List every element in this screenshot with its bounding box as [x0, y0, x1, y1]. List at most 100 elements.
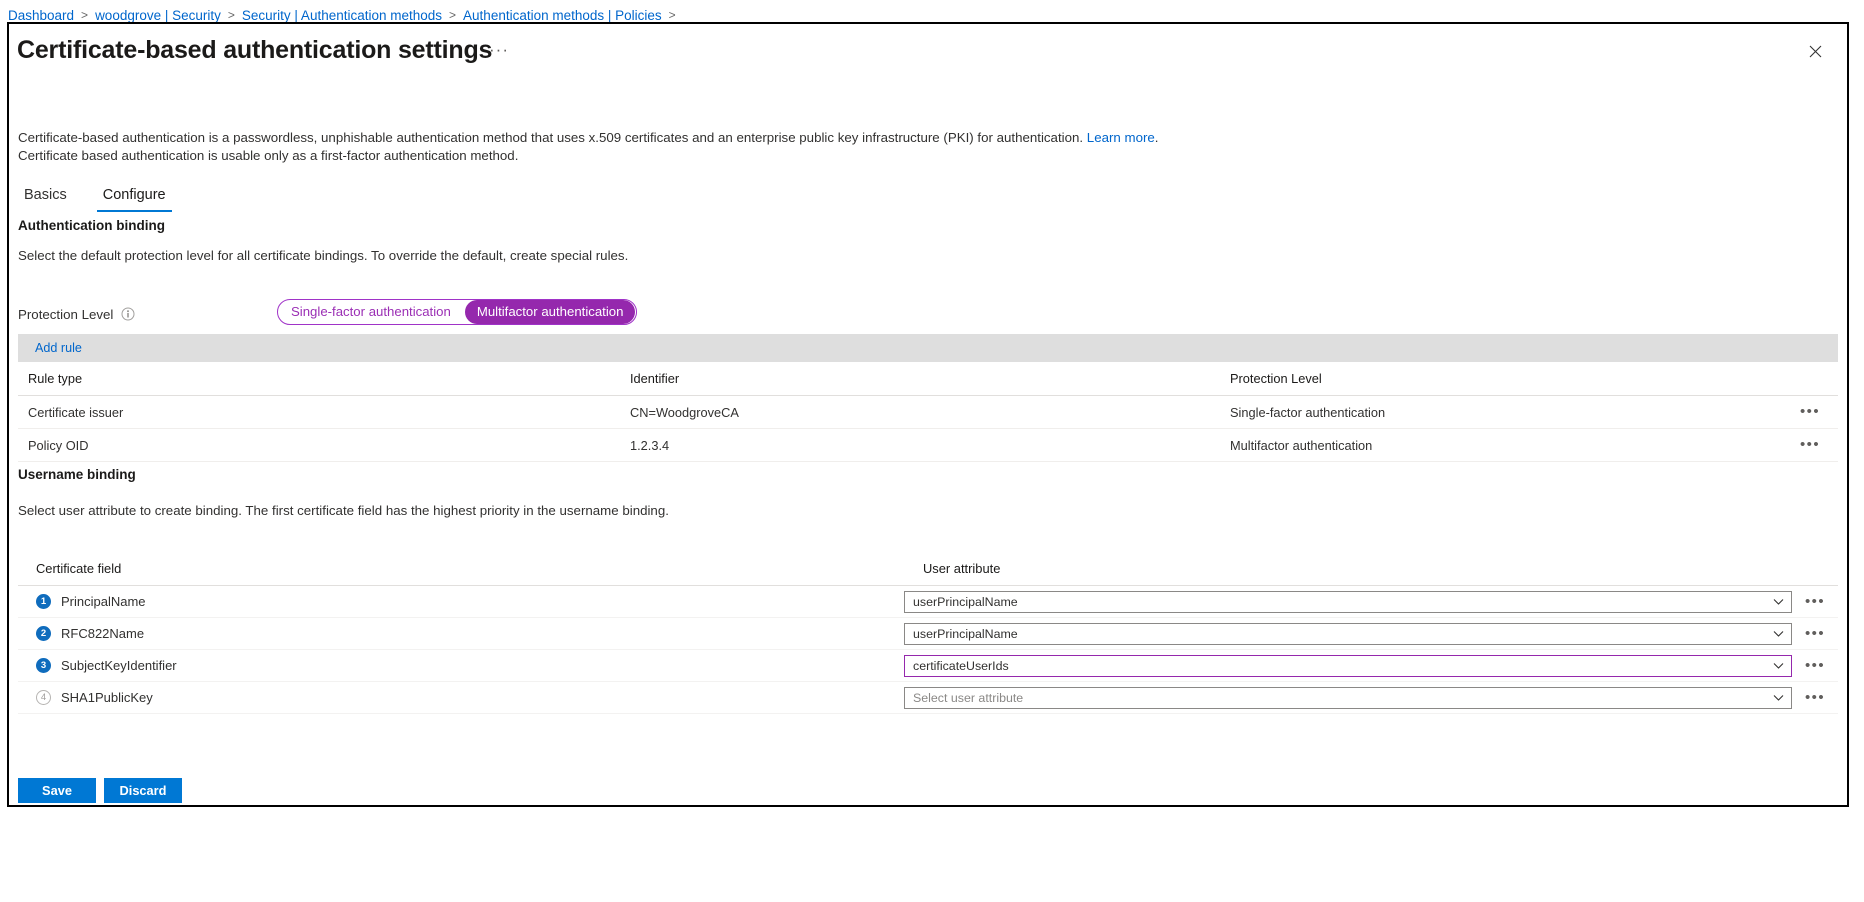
list-item: 4 SHA1PublicKey Select user attribute ••…: [18, 682, 1838, 714]
breadcrumb-item-dashboard[interactable]: Dashboard: [8, 8, 74, 23]
username-binding-subtext: Select user attribute to create binding.…: [18, 503, 669, 518]
list-item: 1 PrincipalName userPrincipalName •••: [18, 586, 1838, 618]
rules-table: Rule type Identifier Protection Level Ce…: [18, 362, 1838, 462]
row-more-menu-button[interactable]: •••: [1782, 403, 1838, 420]
ellipsis-icon: •••: [1805, 688, 1825, 706]
certificate-field-label: PrincipalName: [61, 594, 146, 609]
username-binding-table: Certificate field User attribute 1 Princ…: [18, 552, 1838, 714]
user-attribute-cell: userPrincipalName •••: [904, 622, 1838, 645]
user-attribute-cell: Select user attribute •••: [904, 686, 1838, 709]
user-attribute-cell: userPrincipalName •••: [904, 590, 1838, 613]
discard-button[interactable]: Discard: [104, 778, 182, 803]
breadcrumb-separator: >: [227, 8, 235, 22]
blade-description: Certificate-based authentication is a pa…: [18, 129, 1159, 165]
certificate-field-cell: 3 SubjectKeyIdentifier: [18, 658, 904, 673]
chevron-down-icon: [1773, 598, 1784, 606]
user-attribute-dropdown[interactable]: Select user attribute: [904, 686, 1792, 709]
tab-list: Basics Configure: [18, 187, 196, 212]
info-icon[interactable]: [121, 307, 135, 321]
order-badge: 1: [36, 594, 51, 609]
certificate-field-cell: 4 SHA1PublicKey: [18, 690, 904, 705]
ellipsis-icon: •••: [1800, 436, 1820, 453]
column-header-certificate-field: Certificate field: [36, 561, 122, 576]
table-row[interactable]: Policy OID 1.2.3.4 Multifactor authentic…: [18, 429, 1838, 462]
description-line-1: Certificate-based authentication is a pa…: [18, 129, 1159, 147]
order-badge: 3: [36, 658, 51, 673]
rules-toolbar: Add rule: [18, 334, 1838, 362]
list-item: 2 RFC822Name userPrincipalName •••: [18, 618, 1838, 650]
ellipsis-icon: •••: [1800, 403, 1820, 420]
breadcrumb-separator: >: [449, 8, 457, 22]
certificate-field-label: SubjectKeyIdentifier: [61, 658, 177, 673]
dropdown-value: certificateUserIds: [913, 658, 1009, 673]
row-more-menu-button[interactable]: •••: [1782, 436, 1838, 453]
authentication-binding-heading: Authentication binding: [18, 218, 165, 233]
row-more-menu-button[interactable]: •••: [1792, 656, 1838, 674]
blade-container: Certificate-based authentication setting…: [7, 22, 1849, 807]
row-more-menu-button[interactable]: •••: [1792, 688, 1838, 706]
order-badge: 2: [36, 626, 51, 641]
certificate-field-label: SHA1PublicKey: [61, 690, 153, 705]
row-more-menu-button[interactable]: •••: [1792, 592, 1838, 610]
description-text-1-end: .: [1154, 130, 1159, 145]
protection-level-toggle-group: Single-factor authentication Multifactor…: [277, 299, 638, 325]
protection-level-option-single-factor[interactable]: Single-factor authentication: [279, 300, 463, 324]
close-icon: [1809, 45, 1821, 57]
column-header-user-attribute: User attribute: [923, 561, 1001, 576]
ellipsis-icon: •••: [1805, 656, 1825, 674]
page-title: Certificate-based authentication setting…: [17, 36, 493, 64]
chevron-down-icon: [1773, 662, 1784, 670]
header-more-menu-button[interactable]: ···: [489, 41, 509, 58]
ellipsis-icon: •••: [1805, 624, 1825, 642]
protection-level-label: Protection Level: [18, 306, 114, 322]
tab-configure[interactable]: Configure: [96, 187, 172, 212]
cell-rule-type: Policy OID: [28, 437, 89, 453]
breadcrumb-item-security-authentication-methods[interactable]: Security | Authentication methods: [242, 8, 442, 23]
add-rule-button[interactable]: Add rule: [35, 341, 82, 355]
breadcrumb-item-woodgrove-security[interactable]: woodgrove | Security: [95, 8, 221, 23]
chevron-down-icon: [1773, 630, 1784, 638]
breadcrumb-separator: >: [81, 8, 89, 22]
breadcrumb-separator: >: [668, 8, 676, 22]
ellipsis-icon: •••: [1805, 592, 1825, 610]
rules-table-header: Rule type Identifier Protection Level: [18, 362, 1838, 396]
dropdown-value: userPrincipalName: [913, 626, 1018, 641]
cell-protection-level: Single-factor authentication: [1230, 404, 1386, 420]
protection-level-row: Protection Level: [18, 302, 135, 326]
cell-identifier: 1.2.3.4: [630, 437, 670, 453]
learn-more-link[interactable]: Learn more: [1087, 130, 1155, 145]
cell-protection-level: Multifactor authentication: [1230, 437, 1373, 453]
cell-identifier: CN=WoodgroveCA: [630, 404, 739, 420]
user-attribute-dropdown[interactable]: userPrincipalName: [904, 590, 1792, 613]
certificate-field-cell: 2 RFC822Name: [18, 626, 904, 641]
user-attribute-dropdown[interactable]: userPrincipalName: [904, 622, 1792, 645]
description-text-1: Certificate-based authentication is a pa…: [18, 130, 1087, 145]
protection-level-option-multifactor[interactable]: Multifactor authentication: [464, 300, 636, 324]
order-badge: 4: [36, 690, 51, 705]
column-header-identifier: Identifier: [630, 371, 680, 386]
authentication-binding-subtext: Select the default protection level for …: [18, 248, 629, 263]
breadcrumb-item-authentication-methods-policies[interactable]: Authentication methods | Policies: [463, 8, 662, 23]
user-attribute-cell: certificateUserIds •••: [904, 654, 1838, 677]
list-item: 3 SubjectKeyIdentifier certificateUserId…: [18, 650, 1838, 682]
column-header-rule-type: Rule type: [28, 371, 83, 386]
blade-footer: Save Discard: [18, 778, 182, 803]
username-binding-heading: Username binding: [18, 467, 136, 482]
row-more-menu-button[interactable]: •••: [1792, 624, 1838, 642]
info-icon-glyph: [121, 307, 135, 321]
certificate-field-cell: 1 PrincipalName: [18, 594, 904, 609]
tab-basics[interactable]: Basics: [18, 187, 73, 212]
close-blade-button[interactable]: [1797, 34, 1833, 68]
chevron-down-icon: [1773, 694, 1784, 702]
certificate-field-label: RFC822Name: [61, 626, 145, 641]
user-attribute-dropdown[interactable]: certificateUserIds: [904, 654, 1792, 677]
description-line-2: Certificate based authentication is usab…: [18, 148, 519, 163]
azure-portal-blade: Dashboard > woodgrove | Security > Secur…: [0, 0, 1864, 902]
table-row[interactable]: Certificate issuer CN=WoodgroveCA Single…: [18, 396, 1838, 429]
cell-rule-type: Certificate issuer: [28, 404, 124, 420]
dropdown-placeholder: Select user attribute: [913, 690, 1024, 705]
dropdown-value: userPrincipalName: [913, 594, 1018, 609]
blade-header: Certificate-based authentication setting…: [17, 34, 1839, 68]
username-binding-table-header: Certificate field User attribute: [18, 552, 1838, 586]
save-button[interactable]: Save: [18, 778, 96, 803]
